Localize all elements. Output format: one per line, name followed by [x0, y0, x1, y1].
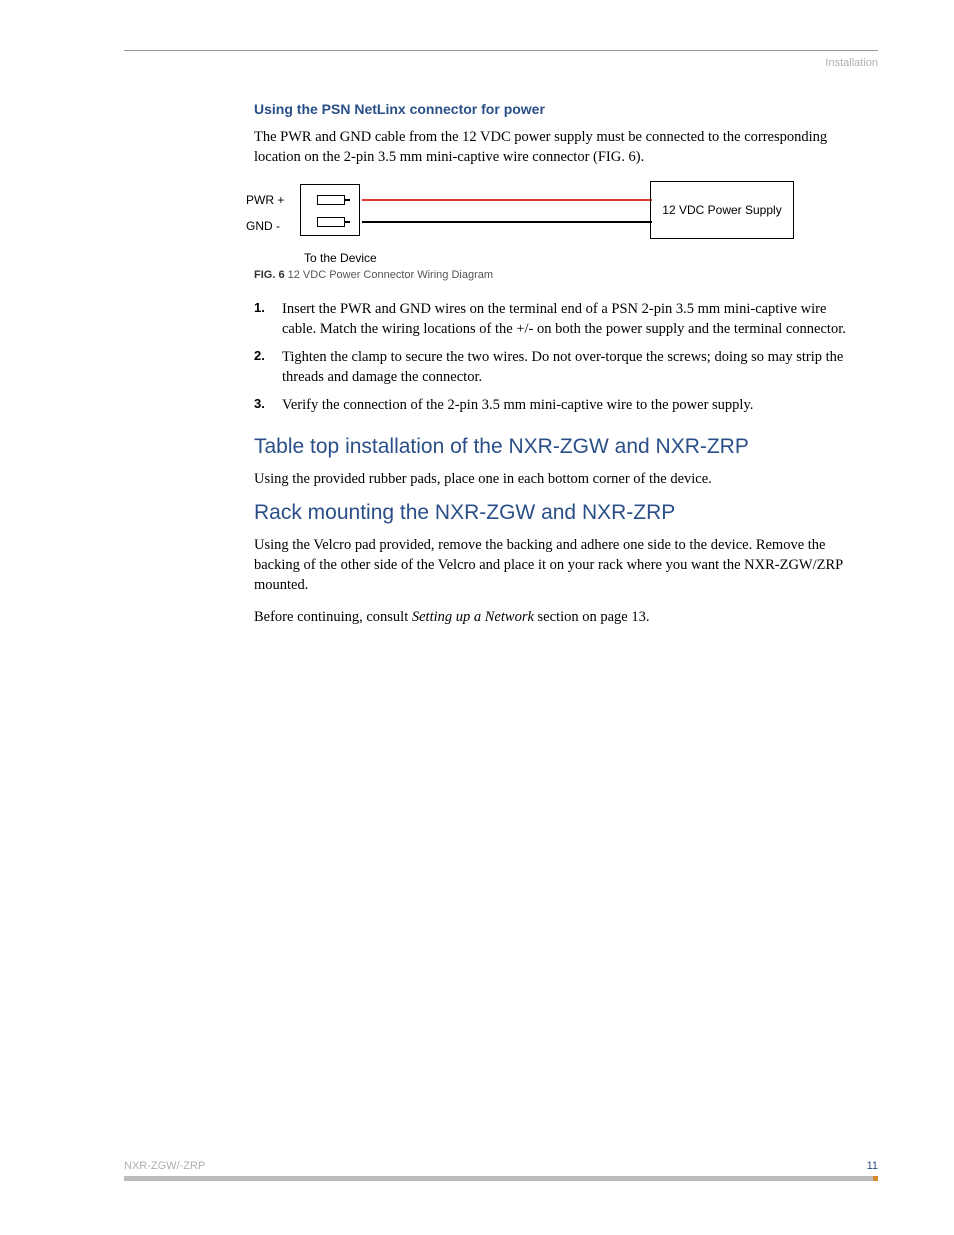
connector-icon — [300, 184, 360, 236]
steps-list: 1.Insert the PWR and GND wires on the te… — [254, 299, 854, 415]
step-3: 3.Verify the connection of the 2-pin 3.5… — [254, 395, 854, 415]
subheading-psn-connector: Using the PSN NetLinx connector for powe… — [254, 101, 854, 117]
figure-caption-text: 12 VDC Power Connector Wiring Diagram — [285, 269, 493, 281]
para-psn-intro: The PWR and GND cable from the 12 VDC po… — [254, 127, 854, 167]
heading-tabletop: Table top installation of the NXR-ZGW an… — [254, 435, 854, 459]
figure-caption: FIG. 6 12 VDC Power Connector Wiring Dia… — [254, 269, 854, 281]
fig-label-to-device: To the Device — [304, 251, 377, 265]
para-rackmount-2: Before continuing, consult Setting up a … — [254, 607, 854, 627]
figure-number: FIG. 6 — [254, 269, 285, 281]
footer-rule — [124, 1176, 878, 1181]
step-text: Insert the PWR and GND wires on the term… — [282, 299, 854, 339]
para-tabletop: Using the provided rubber pads, place on… — [254, 469, 854, 489]
figure-6-wiring-diagram: PWR + GND - 12 VDC Power Supply To the D… — [254, 181, 854, 261]
step-1: 1.Insert the PWR and GND wires on the te… — [254, 299, 854, 339]
fig-label-pwr: PWR + — [246, 193, 284, 207]
step-text: Verify the connection of the 2-pin 3.5 m… — [282, 395, 753, 415]
para-text: section on page 13. — [534, 609, 650, 625]
heading-rackmount: Rack mounting the NXR-ZGW and NXR-ZRP — [254, 501, 854, 525]
step-number: 1. — [254, 299, 282, 339]
page-footer: NXR-ZGW/-ZRP 11 — [124, 1160, 878, 1181]
step-number: 2. — [254, 347, 282, 387]
wire-pwr-icon — [362, 199, 652, 201]
fig-label-gnd: GND - — [246, 219, 280, 233]
cross-reference: Setting up a Network — [412, 609, 534, 625]
wire-gnd-icon — [362, 221, 652, 223]
para-text: Before continuing, consult — [254, 609, 412, 625]
step-2: 2.Tighten the clamp to secure the two wi… — [254, 347, 854, 387]
footer-page-number: 11 — [867, 1160, 878, 1172]
header-rule — [124, 50, 878, 51]
step-text: Tighten the clamp to secure the two wire… — [282, 347, 854, 387]
header-section-label: Installation — [124, 57, 878, 69]
step-number: 3. — [254, 395, 282, 415]
para-rackmount-1: Using the Velcro pad provided, remove th… — [254, 535, 854, 595]
footer-doc-name: NXR-ZGW/-ZRP — [124, 1160, 205, 1172]
psu-box: 12 VDC Power Supply — [650, 181, 794, 239]
